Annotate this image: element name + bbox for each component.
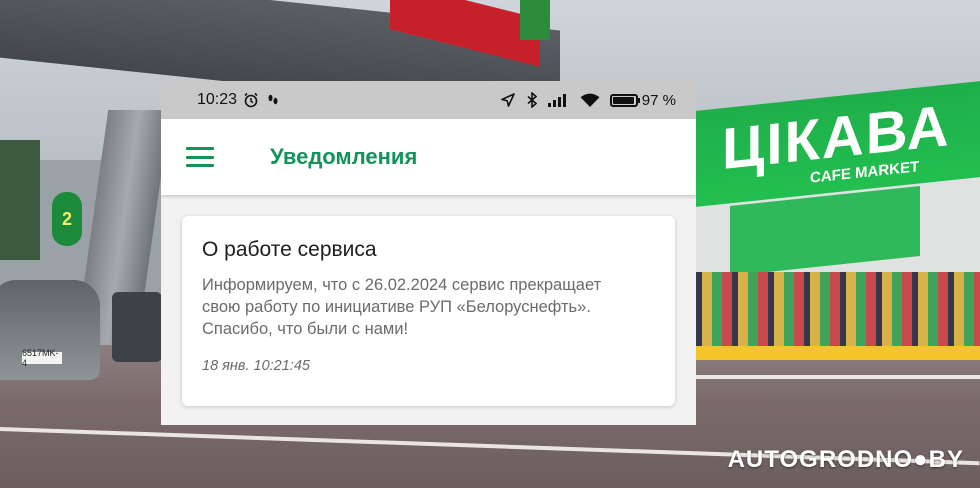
canopy-green-stripe bbox=[520, 0, 550, 40]
notification-title: О работе сервиса bbox=[202, 238, 377, 261]
step-counter-icon bbox=[267, 93, 279, 107]
battery-fill bbox=[612, 96, 634, 104]
status-bar: 10:23 97 % bbox=[161, 81, 696, 119]
signal-icon bbox=[547, 93, 570, 107]
app-bar: Уведомления bbox=[161, 119, 696, 195]
location-icon bbox=[500, 92, 516, 108]
wifi-icon bbox=[580, 93, 600, 108]
battery-percent: 97 % bbox=[641, 91, 676, 109]
notification-card[interactable]: О работе сервиса Информируем, что с 26.0… bbox=[182, 216, 675, 406]
page-title: Уведомления bbox=[270, 144, 418, 169]
car-plate: 6517MK-4 bbox=[22, 348, 62, 368]
store-shelves bbox=[696, 272, 980, 346]
hamburger-menu-icon[interactable] bbox=[186, 147, 214, 167]
store-curb bbox=[696, 346, 980, 360]
menu-line bbox=[186, 147, 214, 150]
menu-line bbox=[186, 164, 214, 167]
watermark: AUTOGRODNO●BY bbox=[727, 446, 964, 473]
phone-screenshot: 10:23 97 % Уведомления О работе сервиса … bbox=[161, 81, 696, 425]
status-time: 10:23 bbox=[197, 91, 238, 108]
tree bbox=[0, 140, 40, 260]
notification-body: Информируем, что с 26.02.2024 сервис пре… bbox=[202, 276, 602, 338]
notifications-list: О работе сервиса Информируем, что с 26.0… bbox=[161, 195, 696, 406]
notification-timestamp: 18 янв. 10:21:45 bbox=[202, 358, 310, 374]
menu-line bbox=[186, 155, 214, 159]
status-right-group: 97 % bbox=[490, 92, 676, 109]
alarm-icon bbox=[243, 92, 259, 108]
bluetooth-icon bbox=[526, 92, 538, 108]
pump-number-badge: 2 bbox=[52, 192, 82, 246]
battery-icon bbox=[609, 93, 640, 107]
parked-car bbox=[112, 292, 162, 362]
